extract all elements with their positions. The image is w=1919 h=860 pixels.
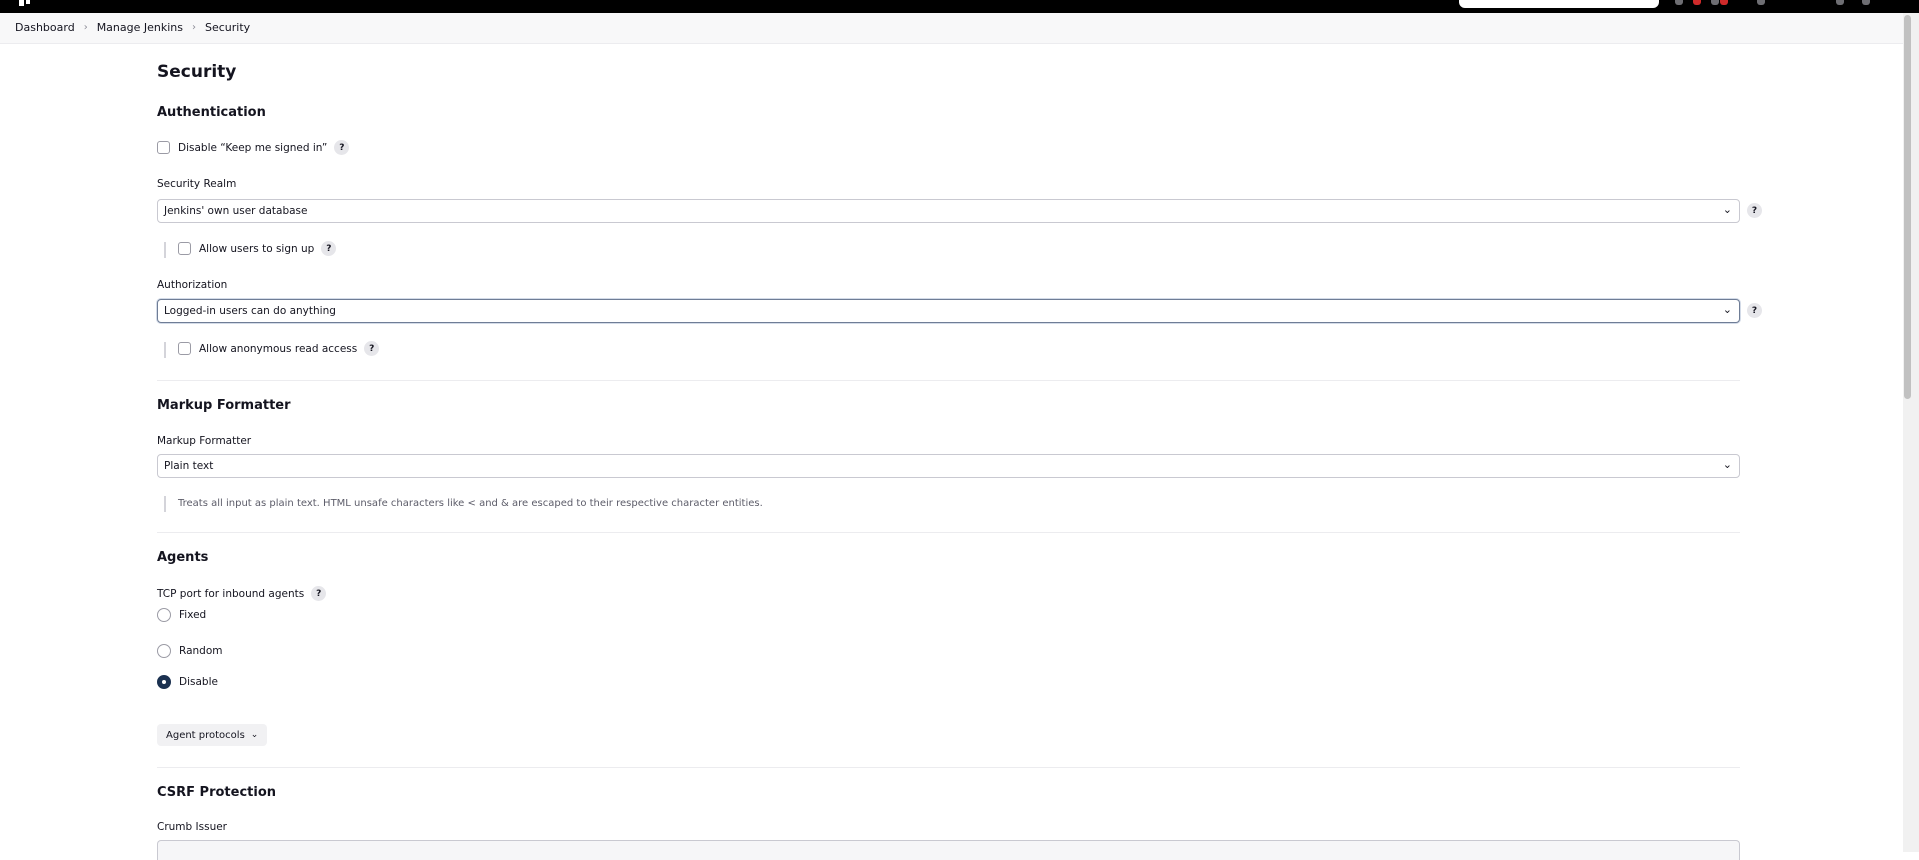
tcp-port-label-row: TCP port for inbound agents ? [157, 586, 327, 601]
allow-anonymous-checkbox[interactable] [178, 342, 191, 355]
chevron-down-icon: ⌄ [1722, 203, 1732, 216]
section-divider [157, 532, 1740, 533]
breadcrumb-item-security[interactable]: Security [205, 21, 250, 34]
scrollbar-thumb[interactable] [1904, 15, 1911, 399]
security-realm-select[interactable]: Jenkins' own user database ⌄ [157, 199, 1740, 223]
security-icon[interactable] [1711, 0, 1719, 5]
disable-keep-signed-in-row: Disable “Keep me signed in” ? [157, 140, 350, 155]
allow-anonymous-label[interactable]: Allow anonymous read access [199, 343, 357, 355]
chevron-down-icon: ⌄ [1722, 303, 1732, 316]
warning-icon[interactable] [1720, 0, 1728, 5]
section-divider [157, 767, 1740, 768]
allow-signup-row: Allow users to sign up ? [178, 241, 337, 256]
allow-anonymous-row: Allow anonymous read access ? [178, 341, 380, 356]
crumb-issuer-label: Crumb Issuer [157, 821, 228, 833]
tcp-port-option-fixed[interactable]: Fixed [157, 608, 206, 622]
menu-icon[interactable] [1862, 0, 1870, 5]
breadcrumb-item-manage-jenkins[interactable]: Manage Jenkins [97, 21, 183, 34]
top-bar [0, 0, 1919, 13]
notifications-icon[interactable] [1675, 0, 1683, 5]
authorization-label: Authorization [157, 279, 228, 291]
jenkins-logo-icon[interactable] [18, 0, 34, 8]
nested-indicator [164, 496, 166, 512]
breadcrumb-bar: Dashboard › Manage Jenkins › Security [0, 13, 1903, 44]
alert-icon[interactable] [1693, 0, 1701, 5]
user-icon[interactable] [1757, 0, 1765, 5]
breadcrumb-separator-icon: › [192, 22, 196, 33]
allow-signup-checkbox[interactable] [178, 242, 191, 255]
breadcrumb: Dashboard › Manage Jenkins › Security [15, 21, 250, 34]
tcp-port-option-disable[interactable]: Disable [157, 675, 218, 689]
disable-radio-label[interactable]: Disable [179, 676, 218, 688]
section-divider [157, 380, 1740, 381]
tcp-port-option-random[interactable]: Random [157, 644, 222, 658]
allow-signup-label[interactable]: Allow users to sign up [199, 243, 314, 255]
breadcrumb-separator-icon: › [83, 22, 88, 33]
logout-icon[interactable] [1836, 0, 1844, 5]
help-icon[interactable]: ? [311, 586, 327, 601]
nested-indicator [164, 242, 166, 258]
authorization-select[interactable]: Logged-in users can do anything ⌄ [157, 299, 1740, 323]
nested-indicator [164, 342, 166, 358]
disable-keep-signed-in-checkbox[interactable] [157, 141, 170, 154]
random-radio-label[interactable]: Random [179, 645, 222, 657]
agent-protocols-label: Agent protocols [166, 729, 245, 741]
chevron-down-icon: ⌄ [1722, 458, 1732, 471]
crumb-issuer-select[interactable] [157, 840, 1740, 860]
page-title: Security [157, 62, 237, 82]
search-input[interactable] [1459, 0, 1659, 8]
security-realm-value: Jenkins' own user database [164, 205, 308, 217]
markup-formatter-value: Plain text [164, 460, 214, 472]
agent-protocols-button[interactable]: Agent protocols ⌄ [157, 724, 268, 746]
fixed-radio[interactable] [157, 608, 171, 622]
markup-formatter-label: Markup Formatter [157, 435, 252, 447]
markup-formatter-heading: Markup Formatter [157, 398, 291, 413]
disable-keep-signed-in-label[interactable]: Disable “Keep me signed in” [178, 142, 327, 154]
agents-heading: Agents [157, 550, 209, 565]
security-realm-label: Security Realm [157, 178, 237, 190]
page-scrollbar[interactable] [1903, 13, 1919, 852]
tcp-port-label: TCP port for inbound agents [157, 587, 305, 600]
breadcrumb-item-dashboard[interactable]: Dashboard [15, 21, 75, 34]
help-icon[interactable]: ? [1747, 203, 1762, 218]
help-icon[interactable]: ? [334, 140, 350, 155]
authorization-value: Logged-in users can do anything [164, 305, 336, 317]
help-icon[interactable]: ? [1747, 303, 1762, 318]
fixed-radio-label[interactable]: Fixed [179, 609, 206, 621]
chevron-down-icon: ⌄ [250, 730, 259, 740]
markup-formatter-select[interactable]: Plain text ⌄ [157, 454, 1740, 478]
markup-formatter-description: Treats all input as plain text. HTML uns… [178, 498, 763, 509]
disable-radio[interactable] [157, 675, 171, 689]
random-radio[interactable] [157, 644, 171, 658]
help-icon[interactable]: ? [321, 241, 337, 256]
authentication-heading: Authentication [157, 105, 266, 120]
help-icon[interactable]: ? [364, 341, 380, 356]
csrf-protection-heading: CSRF Protection [157, 785, 277, 800]
